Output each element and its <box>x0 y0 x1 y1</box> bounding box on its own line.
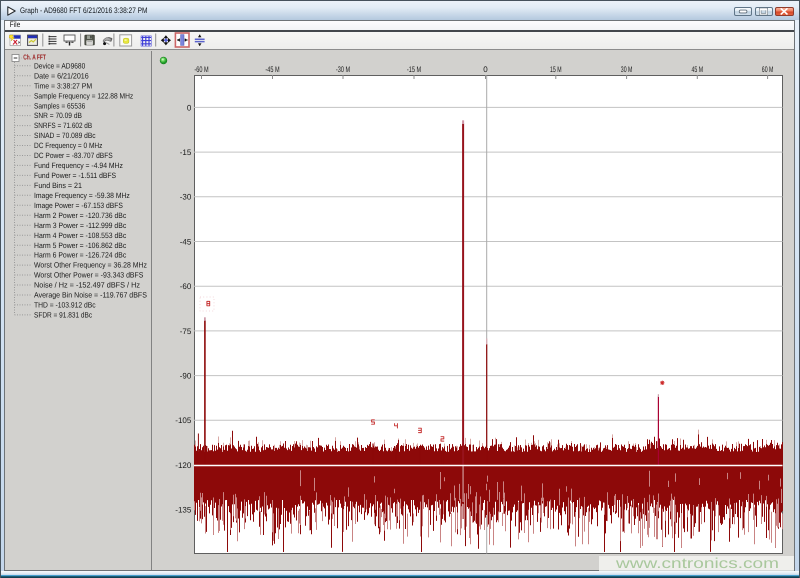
svg-text:-30 M: -30 M <box>336 65 350 74</box>
svg-text:Harm 5 Power = -106.862 dBc: Harm 5 Power = -106.862 dBc <box>34 241 126 250</box>
svg-text:-90: -90 <box>180 372 192 381</box>
svg-text:-135: -135 <box>175 506 192 515</box>
svg-text:-15: -15 <box>180 148 192 157</box>
svg-text:-30: -30 <box>180 193 192 202</box>
svg-text:-120: -120 <box>175 461 192 470</box>
svg-text:Samples = 65536: Samples = 65536 <box>34 101 85 110</box>
svg-text:SINAD = 70.089 dBc: SINAD = 70.089 dBc <box>34 131 96 140</box>
svg-text:45 M: 45 M <box>692 65 704 74</box>
svg-text:Fund Bins = 21: Fund Bins = 21 <box>34 181 82 190</box>
svg-text:-75: -75 <box>180 327 192 336</box>
svg-text:60 M: 60 M <box>762 65 774 74</box>
svg-text:Harm 3 Power = -112.999 dBc: Harm 3 Power = -112.999 dBc <box>34 221 126 230</box>
svg-text:Time = 3:38:27 PM: Time = 3:38:27 PM <box>34 81 92 90</box>
svg-text:15 M: 15 M <box>550 65 562 74</box>
svg-text:Device = AD9680: Device = AD9680 <box>34 61 85 70</box>
svg-text:www.cntronics.com: www.cntronics.com <box>615 556 779 572</box>
svg-text:SNRFS = 71.602 dB: SNRFS = 71.602 dB <box>34 121 92 130</box>
svg-text:Image Frequency = -59.38 MHz: Image Frequency = -59.38 MHz <box>34 191 130 200</box>
svg-text:Fund Frequency = -4.94 MHz: Fund Frequency = -4.94 MHz <box>34 161 123 170</box>
svg-text:DC Power = -83.707 dBFS: DC Power = -83.707 dBFS <box>34 151 113 160</box>
svg-text:-105: -105 <box>175 416 192 425</box>
svg-text:Worst Other Power = -93.343 dB: Worst Other Power = -93.343 dBFS <box>34 271 143 280</box>
svg-text:Date = 6/21/2016: Date = 6/21/2016 <box>34 71 89 80</box>
svg-text:Worst Other Frequency = 36.28: Worst Other Frequency = 36.28 MHz <box>34 261 147 270</box>
svg-text:SFDR = 91.831 dBc: SFDR = 91.831 dBc <box>34 311 92 320</box>
svg-text:30 M: 30 M <box>621 65 633 74</box>
svg-text:Ch. A FFT: Ch. A FFT <box>23 52 46 61</box>
svg-text:0: 0 <box>483 65 488 74</box>
svg-text:Graph - AD9680 FFT 6/21/2016 3: Graph - AD9680 FFT 6/21/2016 3:38:27 PM <box>20 6 148 15</box>
svg-text:File: File <box>10 20 21 29</box>
svg-text:Sample Frequency = 122.88 MHz: Sample Frequency = 122.88 MHz <box>34 91 133 100</box>
svg-text:-60: -60 <box>180 282 192 291</box>
svg-text:Fund Power = -1.511 dBFS: Fund Power = -1.511 dBFS <box>34 171 116 180</box>
svg-text:Harm 6 Power = -126.724 dBc: Harm 6 Power = -126.724 dBc <box>34 251 126 260</box>
svg-text:-45 M: -45 M <box>265 65 279 74</box>
svg-text:DC Frequency = 0 MHz: DC Frequency = 0 MHz <box>34 141 103 150</box>
svg-text:SNR = 70.09 dB: SNR = 70.09 dB <box>34 111 82 120</box>
svg-text:-60 M: -60 M <box>194 65 208 74</box>
svg-text:Image Power = -67.153 dBFS: Image Power = -67.153 dBFS <box>34 201 123 210</box>
svg-text:Harm 2 Power = -120.736 dBc: Harm 2 Power = -120.736 dBc <box>34 211 126 220</box>
svg-text:THD = -103.912 dBc: THD = -103.912 dBc <box>34 301 96 310</box>
svg-text:Noise / Hz = -152.497 dBFS / H: Noise / Hz = -152.497 dBFS / Hz <box>34 281 140 290</box>
svg-text:-45: -45 <box>180 237 192 246</box>
svg-text:-15 M: -15 M <box>407 65 421 74</box>
svg-text:Average Bin Noise = -119.767 d: Average Bin Noise = -119.767 dBFS <box>34 291 147 300</box>
svg-text:0: 0 <box>187 103 192 112</box>
svg-text:Harm 4 Power = -108.553 dBc: Harm 4 Power = -108.553 dBc <box>34 231 126 240</box>
